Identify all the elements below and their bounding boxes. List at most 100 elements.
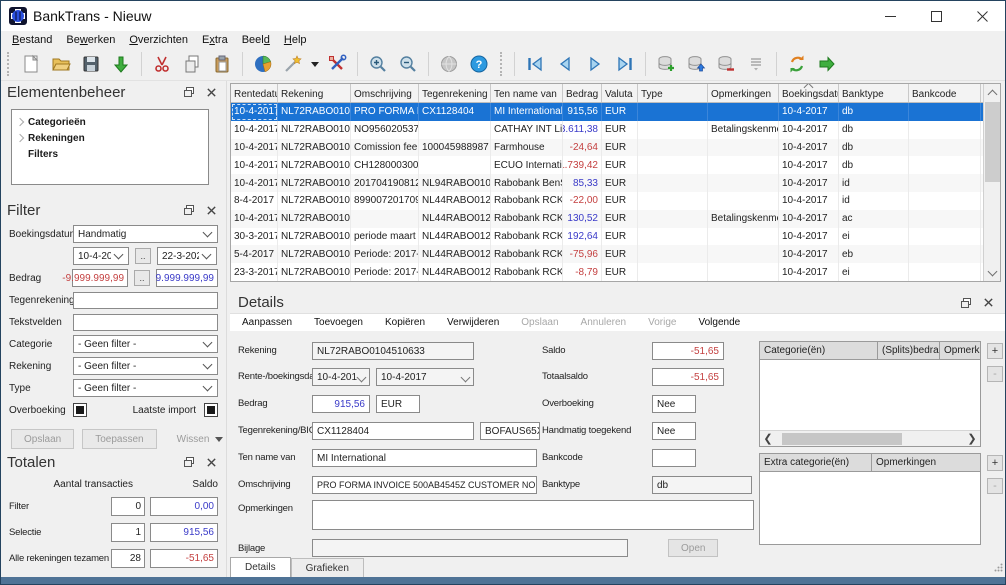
bijlage-field[interactable] <box>312 539 628 557</box>
boekingsdatum-select[interactable]: Handmatig <box>73 225 218 243</box>
scroll-up-icon[interactable] <box>984 84 1000 101</box>
omschrijving-field[interactable]: PRO FORMA INVOICE 500AB4545Z CUSTOMER NO… <box>312 476 537 494</box>
menu-beeld[interactable]: Beeld <box>235 33 277 47</box>
zoom-out-icon[interactable] <box>393 50 423 78</box>
column-header-opmerkingen[interactable]: Opmerkingen <box>708 84 779 102</box>
close-panel-icon[interactable] <box>202 454 220 470</box>
close-panel-icon[interactable] <box>202 202 220 218</box>
menu-help[interactable]: Help <box>277 33 314 47</box>
tree-item-rekeningen[interactable]: Rekeningen <box>12 130 208 146</box>
tree-item-categorieën[interactable]: Categorieën <box>12 114 208 130</box>
bedrag-min-field[interactable]: -9.999.999,99 <box>62 269 128 287</box>
overboeking-field[interactable]: Nee <box>652 395 696 413</box>
float-panel-icon[interactable] <box>180 454 198 470</box>
column-header-boekingsdatum[interactable]: Boekingsdatum <box>779 84 839 102</box>
laatste-import-checkbox[interactable] <box>204 403 218 417</box>
open-bijlage-button[interactable]: Open <box>668 539 719 557</box>
refresh-icon[interactable] <box>782 50 812 78</box>
action-toevoegen[interactable]: Toevoegen <box>314 317 363 328</box>
handmatig-toegekend-field[interactable]: Nee <box>652 422 696 440</box>
add-extra-categorie-button[interactable]: + <box>987 455 1003 471</box>
tekstvelden-input[interactable] <box>73 313 218 331</box>
type-select[interactable]: - Geen filter - <box>73 379 218 397</box>
new-icon[interactable] <box>16 50 46 78</box>
column-header-ten-name-van[interactable]: Ten name van <box>491 84 563 102</box>
column-header-rekening[interactable]: Rekening <box>278 84 351 102</box>
table-row[interactable]: 10-4-2017NL72RABO01045...PRO FORMA INV..… <box>231 103 1000 121</box>
last-record-icon[interactable] <box>610 50 640 78</box>
remove-extra-categorie-button[interactable]: - <box>987 478 1003 494</box>
action-aanpassen[interactable]: Aanpassen <box>242 317 292 328</box>
bedrag-range-button[interactable]: .. <box>134 270 150 286</box>
scrollbar-thumb[interactable] <box>782 433 902 445</box>
categorie-col-header[interactable]: Categorie(ën) <box>760 342 878 359</box>
date-range-button[interactable]: .. <box>135 248 151 264</box>
tegenrekening-field[interactable]: CX1128404 <box>312 422 474 440</box>
menu-bestand[interactable]: Bestand <box>5 33 59 47</box>
help-icon[interactable]: ? <box>464 50 494 78</box>
horizontal-scrollbar[interactable]: ❮ ❯ <box>760 430 980 446</box>
paste-icon[interactable] <box>207 50 237 78</box>
action-annuleren[interactable]: Annuleren <box>581 317 627 328</box>
ten-name-van-field[interactable]: MI International <box>312 449 537 467</box>
close-panel-icon[interactable] <box>202 84 220 100</box>
table-row[interactable]: 10-4-2017NL72RABO01045...Comission fee J… <box>231 138 1000 157</box>
column-header-tegenrekening[interactable]: Tegenrekening <box>419 84 491 102</box>
previous-record-icon[interactable] <box>550 50 580 78</box>
table-row[interactable]: 10-4-2017NL72RABO01045...NL44RABO01234..… <box>231 209 1000 228</box>
tab-details[interactable]: Details <box>230 557 291 577</box>
column-header-omschrijving[interactable]: Omschrijving <box>351 84 419 102</box>
float-panel-icon[interactable] <box>957 295 975 311</box>
opmerkingen-col-header[interactable]: Opmerkingen <box>940 342 980 359</box>
column-header-rentedatum[interactable]: Rentedatum <box>231 84 278 102</box>
zoom-in-icon[interactable] <box>363 50 393 78</box>
vertical-scrollbar[interactable] <box>983 84 1000 281</box>
table-row[interactable]: 8-4-2017NL72RABO01045...8990072017091...… <box>231 191 1000 210</box>
table-row[interactable]: 23-3-2017NL72RABO01045...Periode: 2017-0… <box>231 263 1000 281</box>
boekingsdatum-select[interactable]: 10-4-2017 <box>376 368 474 386</box>
open-icon[interactable] <box>46 50 76 78</box>
collapse-records-icon[interactable] <box>741 50 771 78</box>
rekening-select[interactable]: - Geen filter - <box>73 357 218 375</box>
date-to-select[interactable]: 22-3-2024 <box>157 247 217 265</box>
column-header-banktype[interactable]: Banktype <box>839 84 909 102</box>
column-header-type[interactable]: Type <box>638 84 708 102</box>
menu-overzichten[interactable]: Overzichten <box>122 33 195 47</box>
column-header-bedrag[interactable]: Bedrag <box>563 84 602 102</box>
add-record-icon[interactable] <box>651 50 681 78</box>
close-panel-icon[interactable] <box>979 295 997 311</box>
tree-item-filters[interactable]: Filters <box>12 146 208 162</box>
toepassen-button[interactable]: Toepassen <box>82 429 157 449</box>
web-icon[interactable] <box>434 50 464 78</box>
next-record-icon[interactable] <box>580 50 610 78</box>
reports-icon[interactable] <box>248 50 278 78</box>
action-vorige[interactable]: Vorige <box>648 317 676 328</box>
table-row[interactable]: 10-4-2017NL72RABO01045...NO95602053797..… <box>231 120 1000 139</box>
action-kopiren[interactable]: Kopiëren <box>385 317 425 328</box>
date-from-select[interactable]: 10-4-2017 <box>73 247 129 265</box>
toolbar-grip[interactable] <box>7 52 12 76</box>
column-header-bankcode[interactable]: Bankcode <box>909 84 981 102</box>
bedrag-field[interactable]: 915,56 <box>312 395 370 413</box>
valuta-field[interactable]: EUR <box>376 395 420 413</box>
table-row[interactable]: 30-3-2017NL72RABO01045...periode maart 2… <box>231 227 1000 246</box>
tools-icon[interactable] <box>322 50 352 78</box>
save-icon[interactable] <box>76 50 106 78</box>
action-volgende[interactable]: Volgende <box>698 317 740 328</box>
menu-extra[interactable]: Extra <box>195 33 235 47</box>
post-record-icon[interactable] <box>681 50 711 78</box>
toolbar-grip[interactable] <box>500 52 505 76</box>
tab-grafieken[interactable]: Grafieken <box>290 558 364 577</box>
banktype-field[interactable]: db <box>652 476 752 494</box>
wizard-dropdown-icon[interactable] <box>308 50 322 78</box>
copy-icon[interactable] <box>177 50 207 78</box>
rekening-field[interactable]: NL72RABO0104510633 <box>312 342 474 360</box>
bankcode-field[interactable] <box>652 449 696 467</box>
delete-record-icon[interactable] <box>711 50 741 78</box>
close-button[interactable] <box>959 1 1005 31</box>
scroll-right-icon[interactable]: ❯ <box>964 432 980 445</box>
bedrag-max-field[interactable]: 9.999.999,99 <box>156 269 218 287</box>
float-panel-icon[interactable] <box>180 84 198 100</box>
table-row[interactable]: 10-4-2017NL72RABO01045...CH12800030000..… <box>231 156 1000 175</box>
extra-categorie-col-header[interactable]: Extra categorie(ën) <box>760 454 872 471</box>
